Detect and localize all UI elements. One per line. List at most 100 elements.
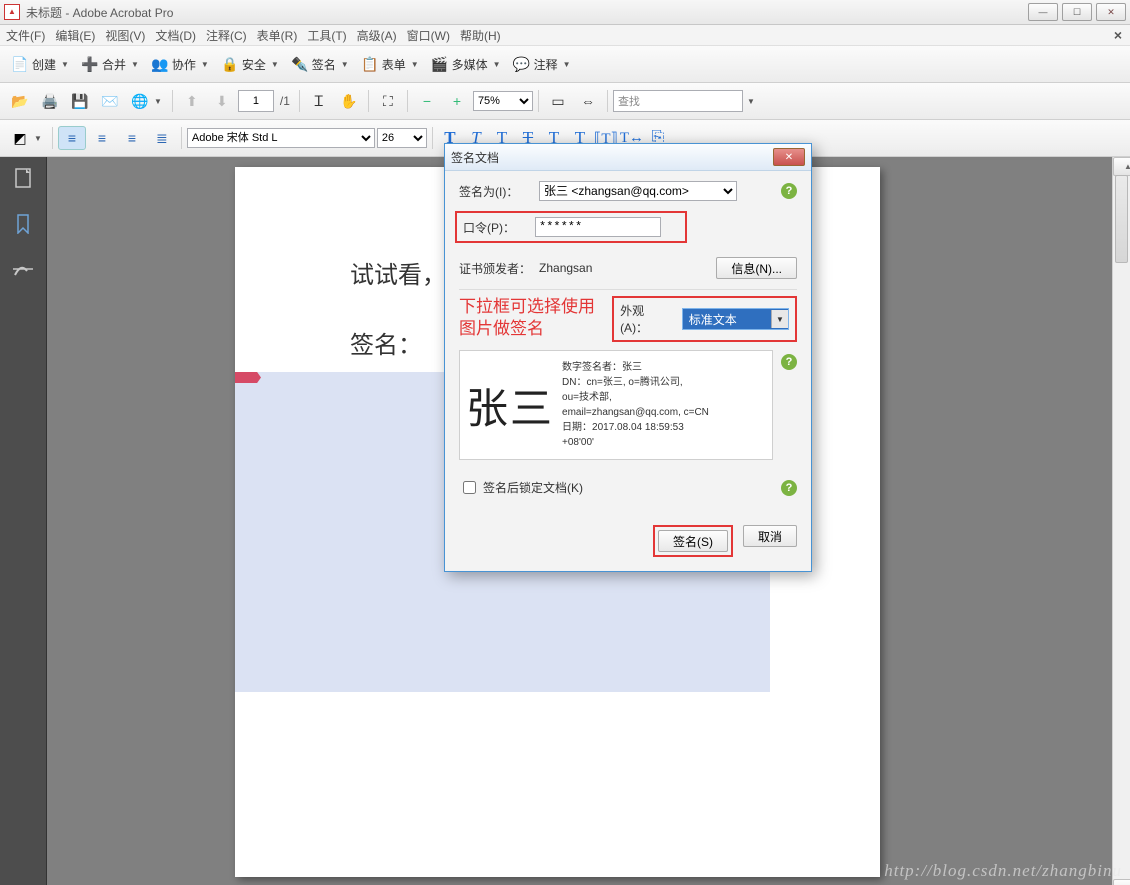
multimedia-button[interactable]: 🎬多媒体▼ bbox=[426, 52, 506, 76]
folder-icon: 📂 bbox=[11, 92, 29, 110]
align-justify-icon: ≣ bbox=[153, 129, 171, 147]
forms-button[interactable]: 📋表单▼ bbox=[356, 52, 424, 76]
cancel-button[interactable]: 取消 bbox=[743, 525, 797, 547]
signature-preview: 张三 数字签名者：张三 DN：cn=张三, o=腾讯公司, ou=技术部, em… bbox=[459, 350, 773, 460]
create-button[interactable]: 📄创建▼ bbox=[6, 52, 74, 76]
toolbar-tasks: 📄创建▼ ➕合并▼ 👥协作▼ 🔒安全▼ ✒️签名▼ 📋表单▼ 🎬多媒体▼ 💬注释… bbox=[0, 46, 1130, 83]
maximize-button[interactable]: ☐ bbox=[1062, 3, 1092, 21]
window-titlebar: ▲ 未标题 - Adobe Acrobat Pro — ☐ ✕ bbox=[0, 0, 1130, 25]
close-button[interactable]: ✕ bbox=[1096, 3, 1126, 21]
preview-metadata: 数字签名者：张三 DN：cn=张三, o=腾讯公司, ou=技术部, email… bbox=[562, 360, 709, 450]
align-left-icon: ≡ bbox=[63, 129, 81, 147]
secure-button[interactable]: 🔒安全▼ bbox=[216, 52, 284, 76]
fit-page-button[interactable]: ▭ bbox=[544, 89, 572, 113]
mail-icon: ✉️ bbox=[101, 92, 119, 110]
save-button[interactable]: 💾 bbox=[66, 89, 94, 113]
menubar-close-icon[interactable]: × bbox=[1114, 27, 1122, 43]
arrow-up-icon: ⬆ bbox=[183, 92, 201, 110]
align-right-button[interactable]: ≡ bbox=[118, 126, 146, 150]
issuer-label: 证书颁发者： bbox=[459, 260, 531, 277]
menu-forms[interactable]: 表单(R) bbox=[257, 27, 298, 44]
info-button[interactable]: 信息(N)... bbox=[716, 257, 797, 279]
align-justify-button[interactable]: ≣ bbox=[148, 126, 176, 150]
zoom-select[interactable]: 75% bbox=[473, 91, 533, 111]
align-center-icon: ≡ bbox=[93, 129, 111, 147]
menu-file[interactable]: 文件(F) bbox=[6, 27, 45, 44]
bookmarks-panel-button[interactable] bbox=[13, 213, 33, 235]
issuer-value: Zhangsan bbox=[539, 261, 592, 275]
vertical-scrollbar[interactable]: ▲ ▼ bbox=[1112, 157, 1130, 885]
select-tool-button[interactable]: Ꮖ bbox=[305, 89, 333, 113]
fit-page-icon: ▭ bbox=[549, 92, 567, 110]
combine-button[interactable]: ➕合并▼ bbox=[76, 52, 144, 76]
lock-after-sign-label: 签名后锁定文档(K) bbox=[483, 479, 583, 496]
menu-view[interactable]: 视图(V) bbox=[105, 27, 145, 44]
upload-button[interactable]: 🌐▼ bbox=[126, 89, 167, 113]
find-dropdown[interactable]: ▼ bbox=[747, 97, 755, 106]
menu-advanced[interactable]: 高级(A) bbox=[357, 27, 397, 44]
hand-tool-button[interactable]: ✋ bbox=[335, 89, 363, 113]
combine-icon: ➕ bbox=[81, 55, 99, 73]
find-input[interactable] bbox=[613, 90, 743, 112]
print-button[interactable]: 🖨️ bbox=[36, 89, 64, 113]
dialog-close-button[interactable]: ✕ bbox=[773, 148, 805, 166]
marquee-zoom-button[interactable]: ⛶ bbox=[374, 89, 402, 113]
help-icon[interactable]: ? bbox=[781, 183, 797, 199]
marquee-icon: ⛶ bbox=[379, 92, 397, 110]
app-icon: ▲ bbox=[4, 4, 20, 20]
open-button[interactable]: 📂 bbox=[6, 89, 34, 113]
comment-icon: 💬 bbox=[513, 55, 531, 73]
prev-page-button[interactable]: ⬆ bbox=[178, 89, 206, 113]
text-color-icon: ◩ bbox=[11, 129, 29, 147]
dialog-titlebar[interactable]: 签名文档 ✕ bbox=[445, 144, 811, 171]
scroll-up-button[interactable]: ▲ bbox=[1113, 157, 1130, 176]
scroll-thumb[interactable] bbox=[1115, 175, 1128, 263]
password-input[interactable] bbox=[535, 217, 661, 237]
zoom-out-button[interactable]: − bbox=[413, 89, 441, 113]
align-center-button[interactable]: ≡ bbox=[88, 126, 116, 150]
menu-help[interactable]: 帮助(H) bbox=[460, 27, 501, 44]
collaborate-icon: 👥 bbox=[151, 55, 169, 73]
next-page-button[interactable]: ⬇ bbox=[208, 89, 236, 113]
email-button[interactable]: ✉️ bbox=[96, 89, 124, 113]
align-left-button[interactable]: ≡ bbox=[58, 126, 86, 150]
create-icon: 📄 bbox=[11, 55, 29, 73]
signature-label: 签名： bbox=[350, 325, 422, 360]
sign-as-select[interactable]: 张三 <zhangsan@qq.com> bbox=[539, 181, 737, 201]
menu-window[interactable]: 窗口(W) bbox=[407, 27, 450, 44]
font-family-select[interactable]: Adobe 宋体 Std L bbox=[187, 128, 375, 148]
help-icon[interactable]: ? bbox=[781, 480, 797, 496]
help-icon[interactable]: ? bbox=[781, 354, 797, 370]
menu-edit[interactable]: 编辑(E) bbox=[55, 27, 95, 44]
sign-button[interactable]: ✒️签名▼ bbox=[286, 52, 354, 76]
comment-button[interactable]: 💬注释▼ bbox=[508, 52, 576, 76]
fit-width-button[interactable]: ⇔ bbox=[574, 89, 602, 113]
lock-after-sign-checkbox[interactable] bbox=[463, 481, 476, 494]
appearance-select[interactable]: 标准文本 ▼ bbox=[682, 308, 789, 330]
dropdown-arrow-icon: ▼ bbox=[771, 310, 788, 328]
menu-document[interactable]: 文档(D) bbox=[155, 27, 196, 44]
menubar: 文件(F) 编辑(E) 视图(V) 文档(D) 注释(C) 表单(R) 工具(T… bbox=[0, 25, 1130, 46]
toolbar-file-nav: 📂 🖨️ 💾 ✉️ 🌐▼ ⬆ ⬇ /1 Ꮖ ✋ ⛶ − + 75% ▭ ⇔ ▼ bbox=[0, 83, 1130, 120]
zoom-in-button[interactable]: + bbox=[443, 89, 471, 113]
hand-icon: ✋ bbox=[340, 92, 358, 110]
save-icon: 💾 bbox=[71, 92, 89, 110]
preview-name: 张三 bbox=[466, 375, 554, 436]
sign-document-dialog: 签名文档 ✕ 签名为(I)： 张三 <zhangsan@qq.com> ? 口令… bbox=[444, 143, 812, 572]
signatures-panel-button[interactable] bbox=[13, 259, 33, 281]
globe-upload-icon: 🌐 bbox=[131, 92, 149, 110]
menu-tools[interactable]: 工具(T) bbox=[307, 27, 346, 44]
page-number-input[interactable] bbox=[238, 90, 274, 112]
pen-icon: ✒️ bbox=[291, 55, 309, 73]
pages-panel-button[interactable] bbox=[13, 167, 33, 189]
minimize-button[interactable]: — bbox=[1028, 3, 1058, 21]
printer-icon: 🖨️ bbox=[41, 92, 59, 110]
menu-comments[interactable]: 注释(C) bbox=[206, 27, 247, 44]
font-size-select[interactable]: 26 bbox=[377, 128, 427, 148]
collaborate-button[interactable]: 👥协作▼ bbox=[146, 52, 214, 76]
dialog-title: 签名文档 bbox=[451, 149, 499, 166]
sign-confirm-button[interactable]: 签名(S) bbox=[658, 530, 728, 552]
navigation-panel bbox=[0, 157, 47, 885]
text-color-button[interactable]: ◩▼ bbox=[6, 126, 47, 150]
lock-icon: 🔒 bbox=[221, 55, 239, 73]
